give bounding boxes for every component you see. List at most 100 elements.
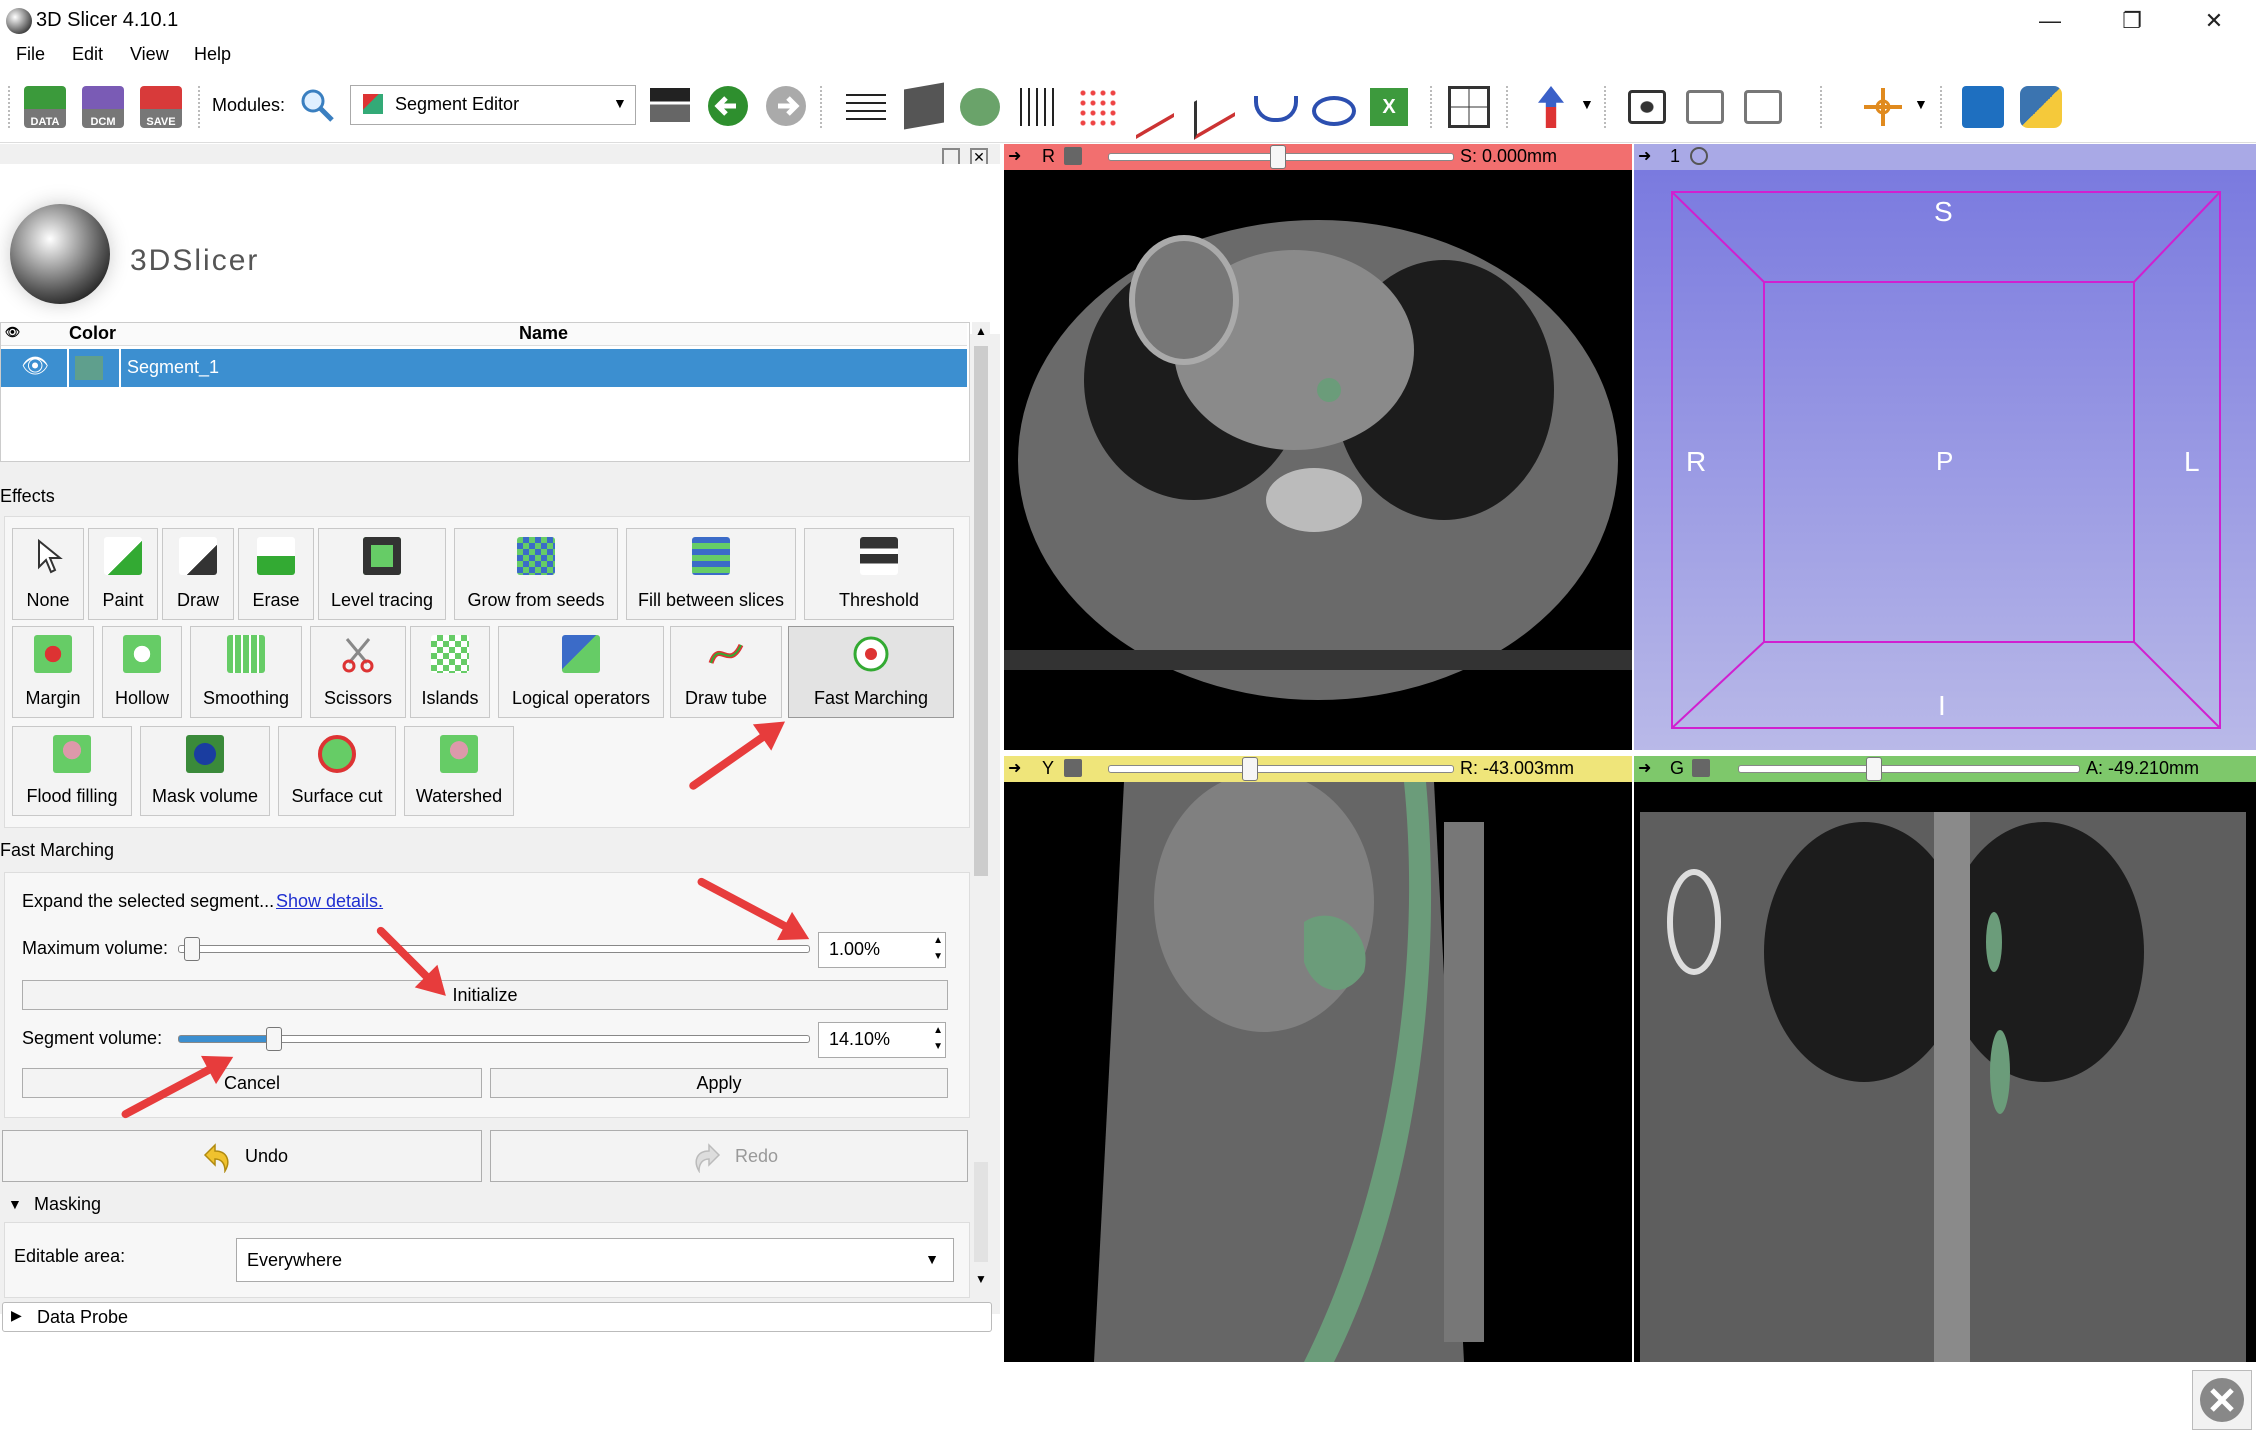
- menu-file[interactable]: File: [16, 44, 45, 65]
- yellow-slice-slider-track[interactable]: [1108, 765, 1454, 773]
- pin-icon[interactable]: ➜: [1008, 146, 1021, 166]
- center-view-icon[interactable]: [1690, 147, 1708, 165]
- red-slice-view[interactable]: [1004, 170, 1632, 750]
- link-icon[interactable]: [1064, 759, 1082, 777]
- menu-edit[interactable]: Edit: [72, 44, 103, 65]
- redo-button[interactable]: Redo: [490, 1130, 968, 1182]
- crosshair-icon[interactable]: [1862, 86, 1904, 128]
- green-slice-view[interactable]: [1634, 782, 2256, 1362]
- extension-manager-icon[interactable]: [1744, 90, 1782, 124]
- table-row[interactable]: 👁 Segment_1: [1, 349, 967, 387]
- show-details-link[interactable]: Show details.: [276, 891, 383, 912]
- data-tree-icon[interactable]: [846, 88, 886, 126]
- masking-title[interactable]: Masking: [34, 1194, 101, 1215]
- editable-area-label: Editable area:: [14, 1246, 126, 1266]
- chevron-down-icon[interactable]: ▼: [1580, 96, 1594, 112]
- menu-view[interactable]: View: [130, 44, 169, 65]
- close-button[interactable]: ✕: [2184, 2, 2244, 40]
- transforms-icon[interactable]: [1020, 88, 1060, 126]
- effect-logical-operators-button[interactable]: Logical operators: [498, 626, 664, 718]
- scene-view-icon[interactable]: [1686, 90, 1724, 124]
- effect-margin-button[interactable]: Margin: [12, 626, 94, 718]
- spin-down-icon[interactable]: ▼: [933, 949, 943, 965]
- panel-scrollbar[interactable]: ▲ ▼: [972, 322, 990, 1292]
- effect-label: Draw: [176, 590, 219, 610]
- menu-help[interactable]: Help: [194, 44, 231, 65]
- effect-erase-button[interactable]: Erase: [238, 528, 314, 620]
- effect-flood-filling-button[interactable]: Flood filling: [12, 726, 132, 816]
- segment-color-swatch[interactable]: [75, 356, 103, 380]
- effect-level-tracing-button[interactable]: Level tracing: [318, 528, 446, 620]
- effect-islands-button[interactable]: Islands: [410, 626, 490, 718]
- segment-volume-slider-handle[interactable]: [266, 1027, 282, 1051]
- excel-icon[interactable]: X: [1370, 88, 1408, 126]
- max-volume-slider-track[interactable]: [178, 945, 810, 953]
- eye-visibility-icon[interactable]: 👁: [15, 355, 55, 379]
- pin-icon[interactable]: ➜: [1638, 146, 1651, 166]
- effect-fast-marching-button[interactable]: Fast Marching: [788, 626, 954, 718]
- module-search-icon[interactable]: [298, 86, 336, 124]
- effect-watershed-button[interactable]: Watershed: [404, 726, 514, 816]
- green-slice-slider-track[interactable]: [1738, 765, 2080, 773]
- segment-name[interactable]: Segment_1: [127, 357, 219, 378]
- effect-grow-from-seeds-button[interactable]: Grow from seeds: [454, 528, 618, 620]
- effect-mask-volume-button[interactable]: Mask volume: [140, 726, 270, 816]
- forward-arrow-icon[interactable]: [766, 86, 806, 126]
- spin-up-icon[interactable]: ▲: [933, 933, 943, 949]
- load-dicom-icon[interactable]: DCM: [82, 86, 124, 128]
- effect-draw-tube-button[interactable]: Draw tube: [670, 626, 782, 718]
- effect-threshold-button[interactable]: Threshold: [804, 528, 954, 620]
- layout-icon[interactable]: [1448, 86, 1490, 128]
- effect-scissors-button[interactable]: Scissors: [310, 626, 406, 718]
- undo-button[interactable]: Undo: [2, 1130, 482, 1182]
- segment-volume-spinbox[interactable]: 14.10% ▲ ▼: [818, 1022, 946, 1058]
- back-arrow-icon[interactable]: [708, 86, 748, 126]
- pin-icon[interactable]: ➜: [1008, 758, 1021, 778]
- effect-paint-button[interactable]: Paint: [88, 528, 158, 620]
- apply-button[interactable]: Apply: [490, 1068, 948, 1098]
- scroll-thumb[interactable]: [974, 346, 988, 876]
- editable-area-select[interactable]: Everywhere ▼: [236, 1238, 954, 1282]
- volume-cube-icon[interactable]: [904, 82, 944, 130]
- effect-hollow-button[interactable]: Hollow: [102, 626, 182, 718]
- models-icon[interactable]: [960, 88, 1000, 126]
- yellow-slice-slider-handle[interactable]: [1242, 757, 1258, 781]
- spin-up-icon[interactable]: ▲: [933, 1023, 943, 1039]
- window-level-icon[interactable]: [650, 88, 690, 122]
- link-icon[interactable]: [1692, 759, 1710, 777]
- data-probe-bar[interactable]: ▶ Data Probe: [2, 1302, 992, 1332]
- red-view-letter: R: [1042, 146, 1055, 166]
- expand-triangle-icon[interactable]: ▼: [8, 1196, 22, 1212]
- link-icon[interactable]: [1064, 147, 1082, 165]
- effect-draw-button[interactable]: Draw: [162, 528, 234, 620]
- effect-none-button[interactable]: None: [12, 528, 84, 620]
- initialize-button[interactable]: Initialize: [22, 980, 948, 1010]
- red-slice-slider-handle[interactable]: [1270, 145, 1286, 169]
- segment-editor-icon: [363, 94, 383, 114]
- minimize-button[interactable]: —: [2020, 2, 2080, 40]
- extension-wizard-icon[interactable]: [1962, 86, 2004, 128]
- python-console-icon[interactable]: [2020, 86, 2062, 128]
- green-slice-slider-handle[interactable]: [1866, 757, 1882, 781]
- effect-fill-between-slices-button[interactable]: Fill between slices: [626, 528, 796, 620]
- close-overlay-button[interactable]: [2192, 1370, 2252, 1430]
- spin-down-icon[interactable]: ▼: [933, 1039, 943, 1055]
- chevron-down-icon[interactable]: ▼: [1914, 96, 1928, 112]
- scroll-down-icon[interactable]: ▼: [975, 1272, 987, 1286]
- restore-button[interactable]: ❐: [2102, 2, 2162, 40]
- module-selector[interactable]: Segment Editor ▼: [350, 85, 636, 125]
- markups-icon[interactable]: [1078, 88, 1118, 126]
- closed-curve-icon[interactable]: [1312, 96, 1356, 126]
- load-data-icon[interactable]: DATA: [24, 86, 66, 128]
- scroll-up-icon[interactable]: ▲: [975, 324, 987, 338]
- max-volume-slider-handle[interactable]: [184, 937, 200, 961]
- pin-icon[interactable]: ➜: [1638, 758, 1651, 778]
- yellow-slice-view[interactable]: [1004, 782, 1632, 1362]
- effect-surface-cut-button[interactable]: Surface cut: [278, 726, 396, 816]
- effect-smoothing-button[interactable]: Smoothing: [190, 626, 302, 718]
- max-volume-spinbox[interactable]: 1.00% ▲ ▼: [818, 932, 946, 968]
- save-icon[interactable]: SAVE: [140, 86, 182, 128]
- screenshot-camera-icon[interactable]: [1628, 90, 1666, 124]
- threed-view[interactable]: S R P L I: [1634, 170, 2256, 750]
- cancel-button[interactable]: Cancel: [22, 1068, 482, 1098]
